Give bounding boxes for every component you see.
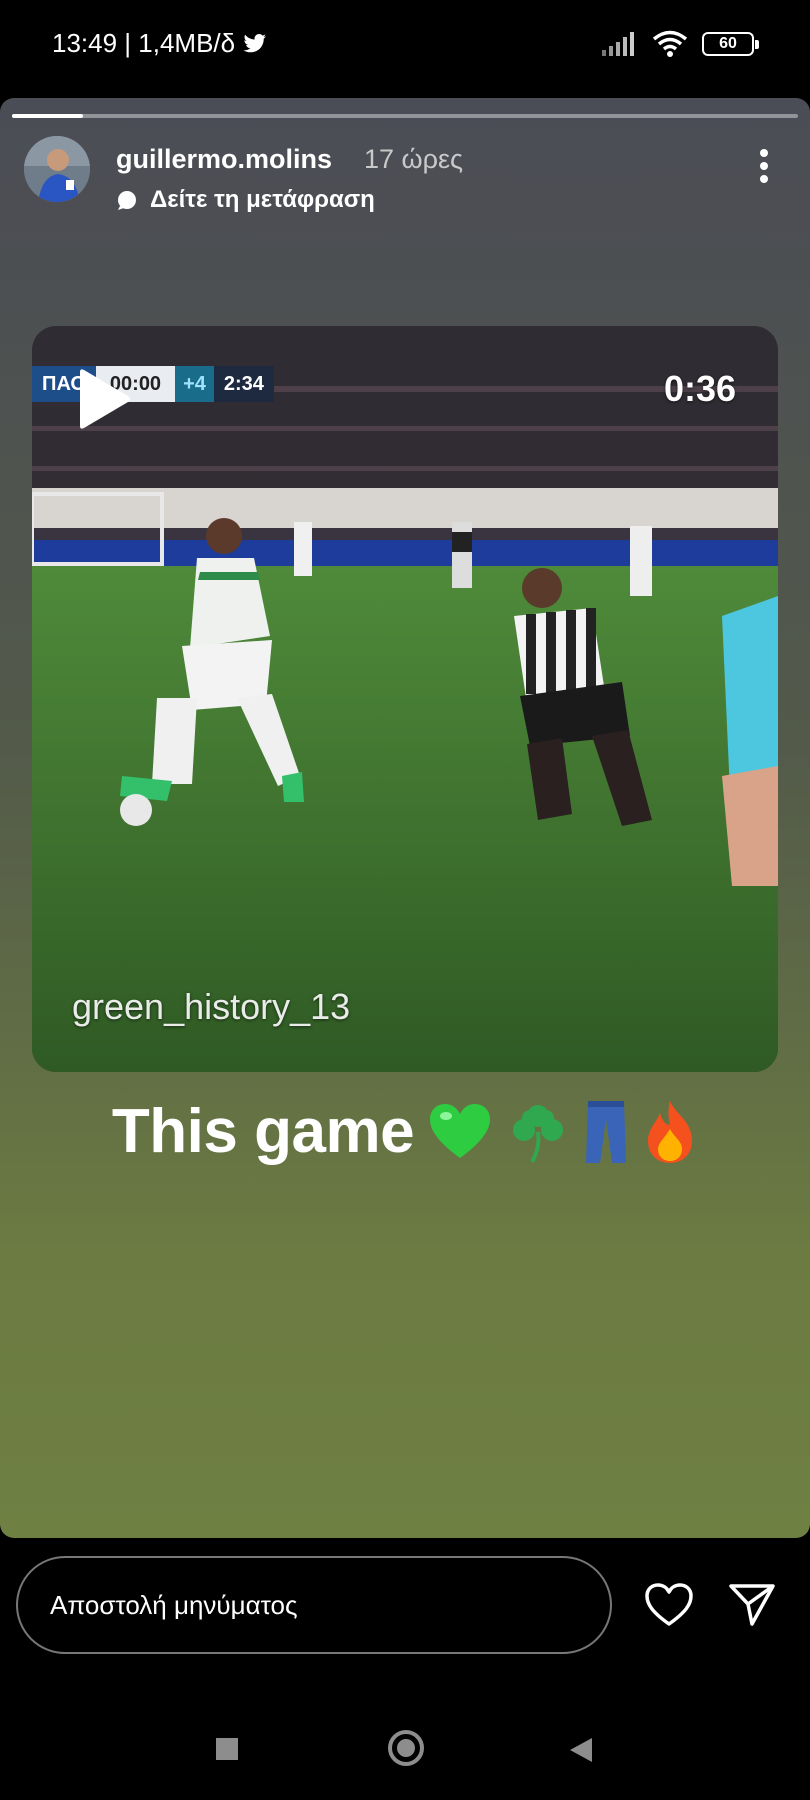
avatar[interactable] xyxy=(24,136,90,202)
status-left: 13:49 | 1,4MB/δ xyxy=(52,28,267,59)
video-duration: 0:36 xyxy=(663,368,736,409)
more-options-icon[interactable] xyxy=(758,148,770,184)
avatar-image xyxy=(24,136,90,202)
send-icon[interactable] xyxy=(728,1582,776,1628)
scoreboard-clock: 2:34 xyxy=(213,366,274,402)
green-heart-icon xyxy=(430,1103,491,1158)
status-time: 13:49 | 1,4MB/δ xyxy=(52,28,236,58)
story-progress-bar xyxy=(12,114,798,118)
home-button[interactable] xyxy=(388,1730,424,1766)
story-caption: This game xyxy=(0,1096,810,1167)
see-translation-label: Δείτε τη μετάφραση xyxy=(150,186,375,213)
scoreboard-added-time: +4 xyxy=(175,366,214,402)
story-header: guillermo.molins 17 ώρες Δείτε τη μετάφρ… xyxy=(24,136,786,216)
message-input[interactable]: Αποστολή μηνύματος xyxy=(16,1556,612,1654)
message-input-placeholder: Αποστολή μηνύματος xyxy=(50,1589,298,1620)
post-time-ago: 17 ώρες xyxy=(364,144,464,174)
battery-indicator: 60 xyxy=(702,32,759,56)
story-progress-fill xyxy=(12,114,83,118)
video-frame xyxy=(32,326,778,1072)
see-translation-link[interactable]: Δείτε τη μετάφραση xyxy=(116,186,375,214)
back-button[interactable] xyxy=(568,1736,594,1764)
caption-text: This game xyxy=(111,1097,415,1166)
shamrock-icon xyxy=(513,1104,564,1163)
video-watermark: green_history_13 xyxy=(72,986,351,1027)
status-bar: 13:49 | 1,4MB/δ 60 xyxy=(0,0,810,92)
status-right: 60 xyxy=(602,30,759,58)
like-heart-icon[interactable] xyxy=(644,1582,694,1628)
video-player[interactable]: ΠΑΟ 00:00 +4 2:34 0:36 green_history_13 xyxy=(32,326,778,1072)
username[interactable]: guillermo.molins xyxy=(116,144,332,175)
video-scoreboard: ΠΑΟ 00:00 +4 2:34 xyxy=(32,366,274,402)
wifi-icon xyxy=(652,30,688,57)
recent-apps-button[interactable] xyxy=(216,1738,238,1760)
story-card[interactable]: guillermo.molins 17 ώρες Δείτε τη μετάφρ… xyxy=(0,98,810,1538)
fire-icon xyxy=(648,1100,693,1163)
jeans-icon xyxy=(586,1100,627,1163)
twitter-icon xyxy=(243,33,267,52)
play-icon[interactable] xyxy=(76,368,132,430)
signal-icon xyxy=(602,32,634,56)
translate-bubble-icon xyxy=(118,191,136,210)
